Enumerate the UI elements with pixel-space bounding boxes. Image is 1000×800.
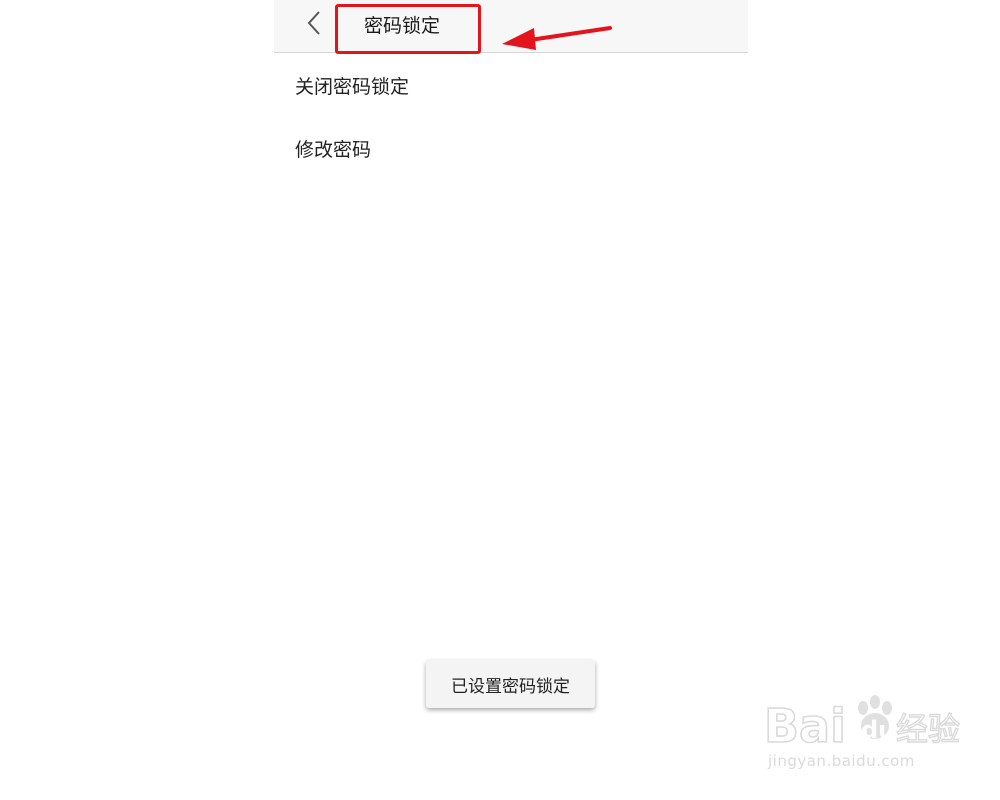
app-screen: 密码锁定 关闭密码锁定 修改密码 已设置密码锁定 — [274, 0, 748, 800]
chevron-left-icon — [307, 11, 320, 35]
baidu-jingyan-logo-icon: Bai du 经验 — [763, 695, 961, 754]
settings-menu: 关闭密码锁定 修改密码 — [274, 56, 748, 182]
annotation-arrow-icon — [502, 26, 612, 50]
svg-text:du: du — [861, 716, 895, 744]
menu-item-change-password[interactable]: 修改密码 — [274, 119, 748, 182]
menu-item-disable-lock[interactable]: 关闭密码锁定 — [274, 56, 748, 119]
watermark-url: jingyan.baidu.com — [768, 752, 915, 770]
annotation-highlight-box — [335, 4, 481, 54]
svg-text:经验: 经验 — [896, 710, 960, 748]
back-button[interactable] — [298, 6, 332, 40]
watermark: Bai du 经验 jingyan.baidu.com — [762, 688, 962, 788]
svg-text:Bai: Bai — [764, 699, 846, 753]
toast-message: 已设置密码锁定 — [426, 660, 595, 708]
